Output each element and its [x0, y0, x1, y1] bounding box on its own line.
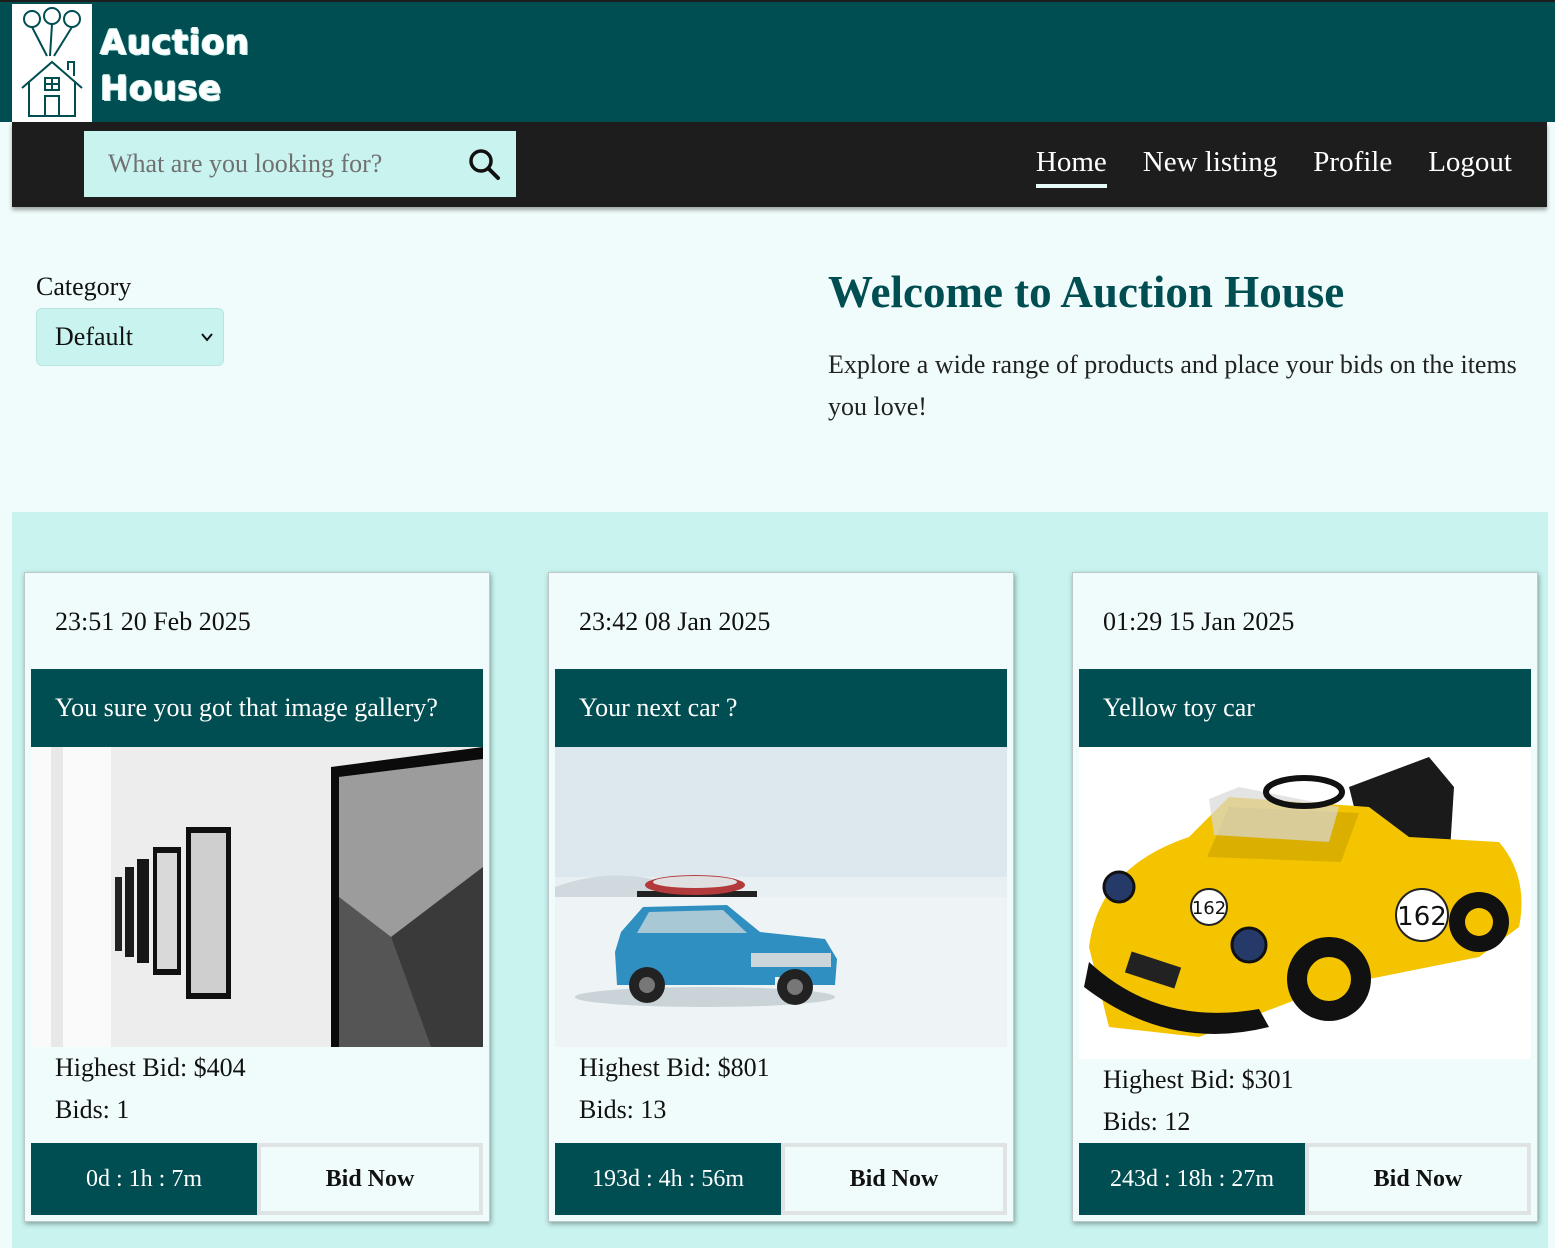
gallery-photo	[31, 747, 483, 1047]
brand-line-2: House	[100, 69, 222, 109]
listing-highest-bid: Highest Bid: $801	[579, 1053, 770, 1082]
brand-line-1: Auction	[100, 23, 250, 63]
category-label: Category	[36, 272, 132, 301]
listing-bid-count: Bids: 13	[579, 1095, 667, 1124]
nav-home[interactable]: Home	[1035, 142, 1107, 188]
listing-countdown: 0d : 1h : 7m	[31, 1143, 257, 1215]
chevron-down-icon	[201, 333, 213, 342]
page-title: Welcome to Auction House	[828, 267, 1345, 317]
nav-logout[interactable]: Logout	[1428, 142, 1512, 188]
listing-footer: 0d : 1h : 7m Bid Now	[31, 1143, 483, 1215]
bid-now-button[interactable]: Bid Now	[261, 1147, 479, 1211]
listing-date: 23:51 20 Feb 2025	[55, 607, 251, 636]
listing-card[interactable]: 23:51 20 Feb 2025 You sure you got that …	[24, 572, 490, 1222]
listing-date: 01:29 15 Jan 2025	[1103, 607, 1295, 636]
listing-card[interactable]: 01:29 15 Jan 2025 Yellow toy car 162 162	[1072, 572, 1538, 1222]
main-navbar: Home New listing Profile Logout	[12, 122, 1547, 207]
listing-countdown: 243d : 18h : 27m	[1079, 1143, 1305, 1215]
listing-bid-count: Bids: 1	[55, 1095, 130, 1124]
listing-title[interactable]: You sure you got that image gallery?	[31, 669, 483, 747]
category-selected-value: Default	[55, 322, 133, 351]
search-input[interactable]	[84, 131, 454, 197]
bid-now-button[interactable]: Bid Now	[1309, 1147, 1527, 1211]
site-logo[interactable]	[12, 4, 92, 124]
nav-links: Home New listing Profile Logout	[1035, 142, 1512, 188]
nav-new-listing[interactable]: New listing	[1143, 142, 1278, 188]
search-icon[interactable]	[466, 146, 502, 182]
listing-highest-bid: Highest Bid: $404	[55, 1053, 246, 1082]
intro-text: Explore a wide range of products and pla…	[828, 350, 1517, 421]
listing-footer: 243d : 18h : 27m Bid Now	[1079, 1143, 1531, 1215]
listing-title[interactable]: Your next car ?	[555, 669, 1007, 747]
brand-name: Auction House	[100, 20, 250, 112]
balloon-house-icon	[21, 7, 83, 117]
listing-card[interactable]: 23:42 08 Jan 2025 Your next car ? Highes…	[548, 572, 1014, 1222]
listing-image-toy-car[interactable]: 162 162	[1079, 747, 1531, 1059]
nav-profile[interactable]: Profile	[1313, 142, 1392, 188]
blue-car-snow-photo	[555, 747, 1007, 1047]
listing-image-car[interactable]	[555, 747, 1007, 1047]
listing-date: 23:42 08 Jan 2025	[579, 607, 771, 636]
listing-title[interactable]: Yellow toy car	[1079, 669, 1531, 747]
site-header: Auction House	[0, 0, 1555, 124]
listing-bid-count: Bids: 12	[1103, 1107, 1191, 1136]
listing-countdown: 193d : 4h : 56m	[555, 1143, 781, 1215]
bid-now-button[interactable]: Bid Now	[785, 1147, 1003, 1211]
svg-text:162: 162	[1192, 898, 1226, 919]
yellow-toy-car-photo: 162 162	[1079, 747, 1531, 1059]
listings-grid: 23:51 20 Feb 2025 You sure you got that …	[12, 512, 1548, 1248]
listing-highest-bid: Highest Bid: $301	[1103, 1065, 1294, 1094]
category-select[interactable]: Default	[36, 308, 224, 366]
listing-image-gallery[interactable]	[31, 747, 483, 1047]
svg-text:162: 162	[1397, 902, 1447, 932]
search-bar	[84, 131, 516, 197]
listing-footer: 193d : 4h : 56m Bid Now	[555, 1143, 1007, 1215]
